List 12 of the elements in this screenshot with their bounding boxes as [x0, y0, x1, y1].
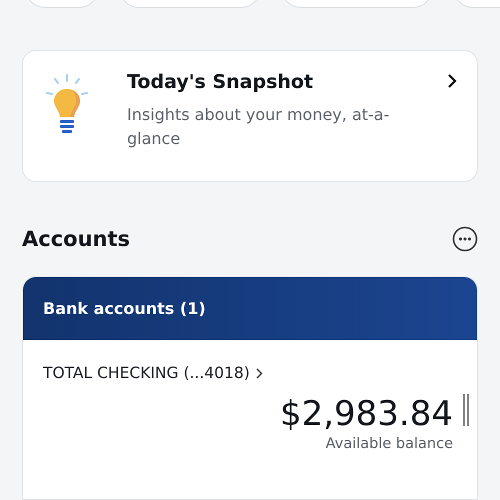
account-balance: $2,983.84 [280, 394, 453, 434]
grip-icon [463, 394, 469, 426]
chevron-right-icon [447, 73, 457, 89]
account-link[interactable]: TOTAL CHECKING (...4018) [43, 364, 263, 382]
chevron-right-icon [256, 368, 263, 378]
snapshot-card[interactable]: Today's Snapshot Insights about your money, at-a-glance [22, 50, 478, 182]
bank-accounts-header: Bank accounts (1) [23, 277, 477, 340]
snapshot-title: Today's Snapshot [127, 71, 314, 93]
accounts-heading: Accounts [22, 227, 130, 251]
more-options-icon[interactable] [452, 226, 478, 252]
balance-label: Available balance [326, 436, 453, 452]
snapshot-description: Insights about your money, at-a-glance [127, 104, 390, 150]
